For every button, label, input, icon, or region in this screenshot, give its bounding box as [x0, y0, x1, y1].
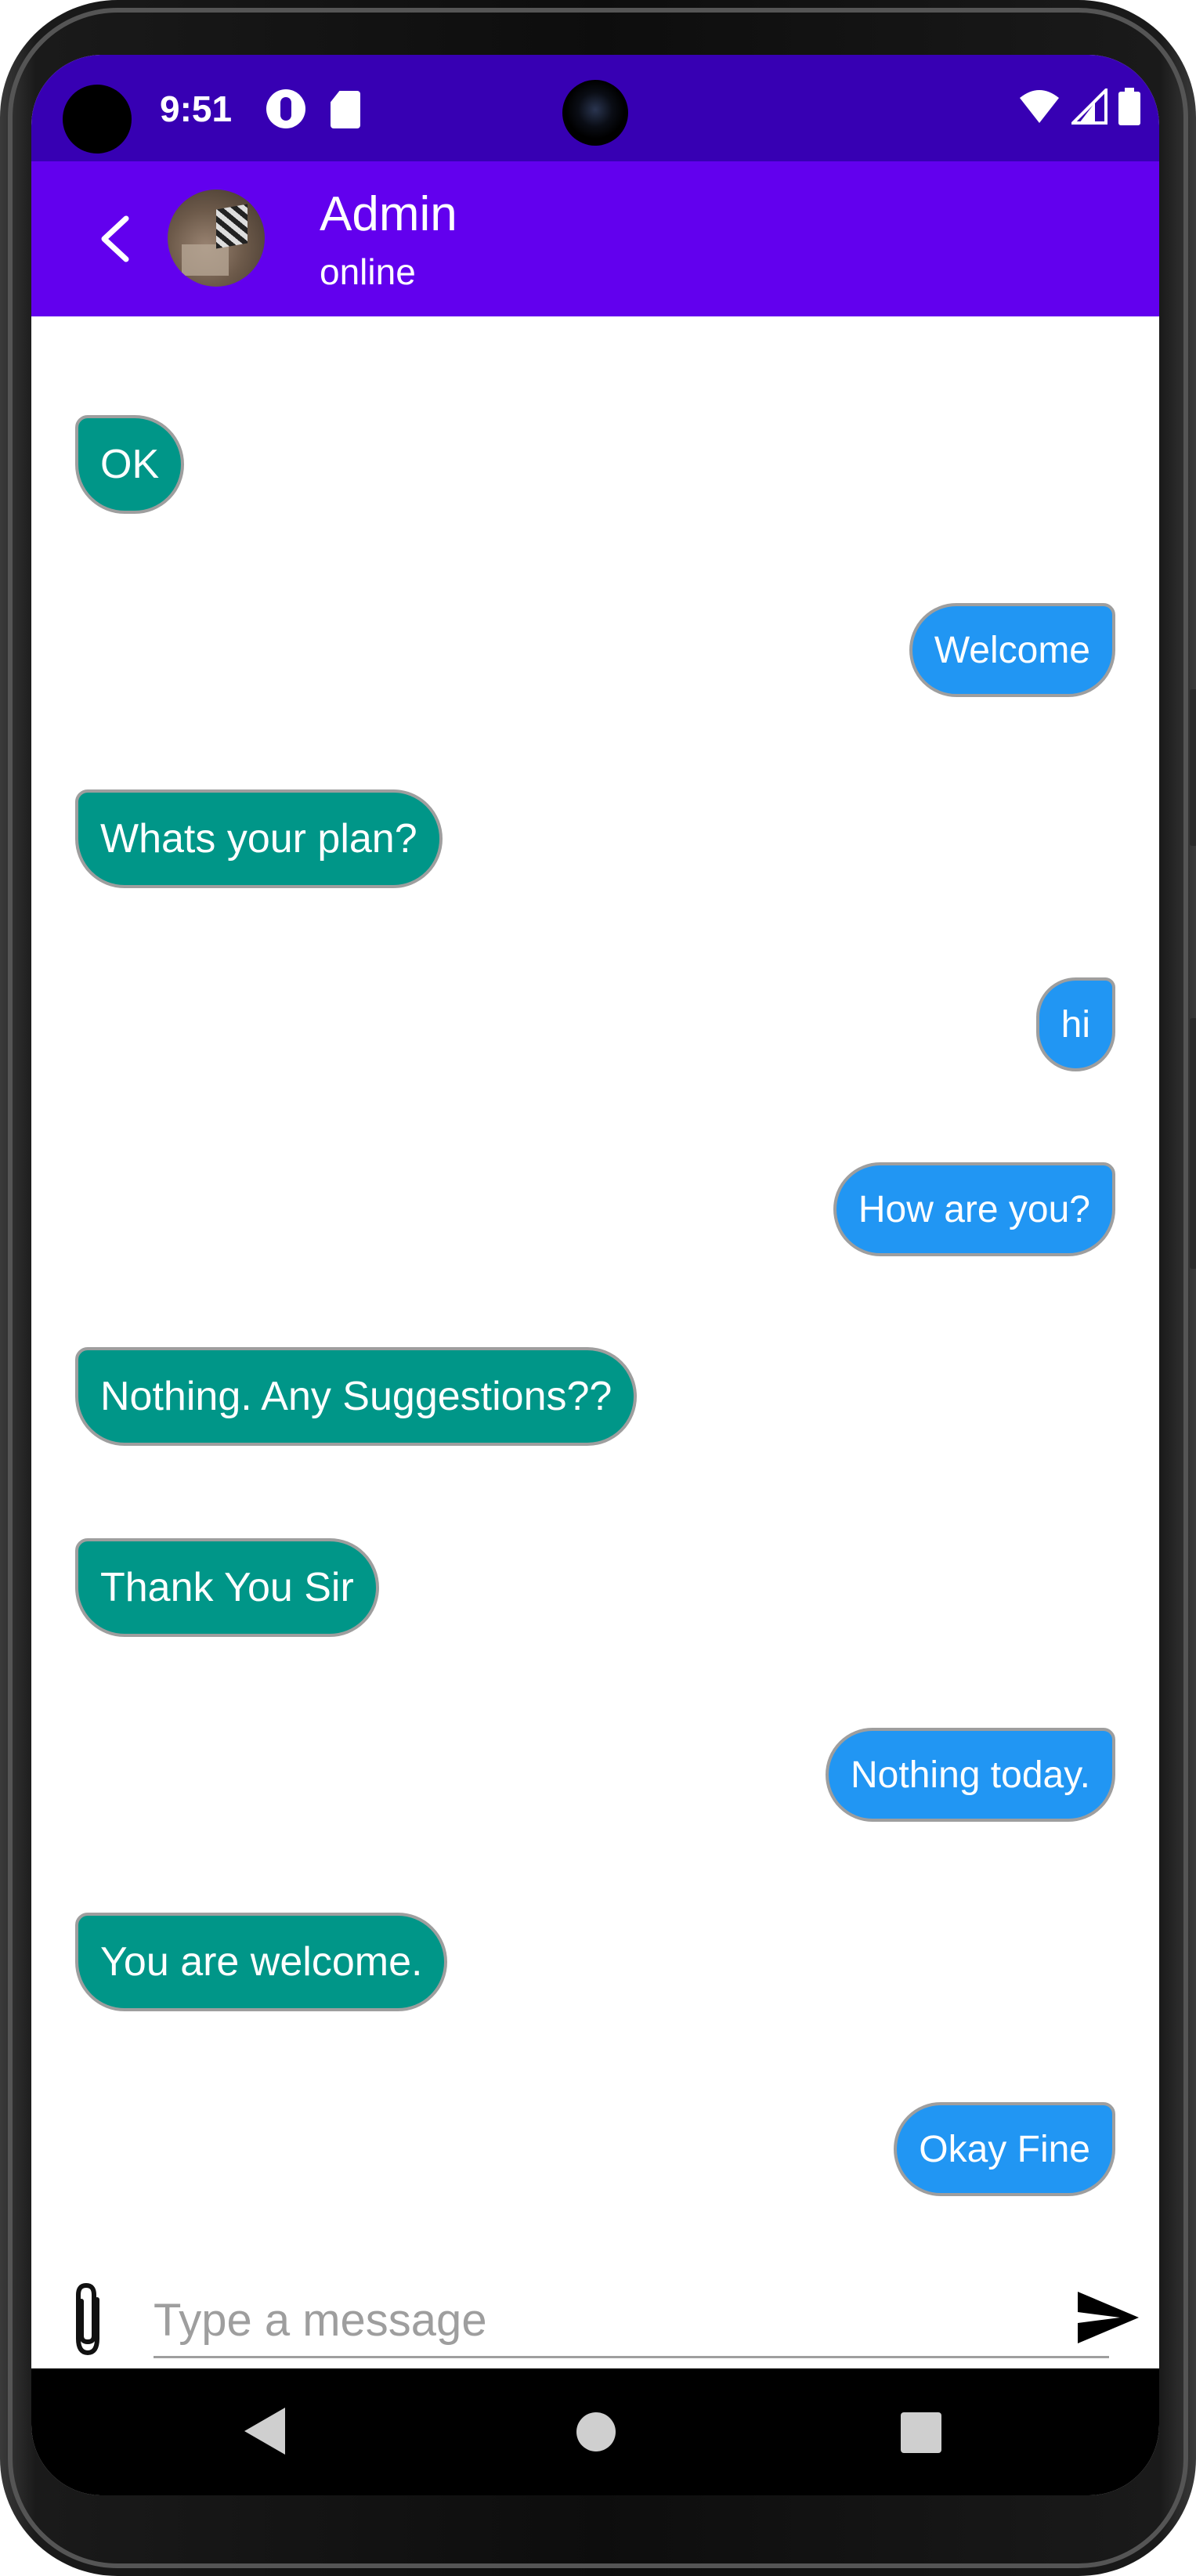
- message-text: Welcome: [934, 629, 1090, 671]
- system-navigation-bar: [31, 2368, 1159, 2495]
- message-text: hi: [1061, 1003, 1090, 1046]
- message-bubble-incoming[interactable]: Nothing. Any Suggestions??: [75, 1347, 638, 1446]
- message-input[interactable]: [154, 2284, 1109, 2358]
- avatar-image-detail: [216, 204, 248, 249]
- message-text: How are you?: [858, 1188, 1090, 1230]
- nav-recents-icon[interactable]: [901, 2412, 941, 2453]
- message-text: OK: [100, 442, 160, 487]
- device-frame: 9:51 Admin online OK Welcome Whats your …: [0, 0, 1196, 2576]
- back-arrow-icon: [101, 215, 129, 262]
- message-bubble-outgoing[interactable]: Nothing today.: [826, 1728, 1115, 1822]
- nav-back-icon[interactable]: [244, 2408, 285, 2455]
- message-text: Whats your plan?: [100, 816, 417, 862]
- message-text: Nothing. Any Suggestions??: [100, 1374, 612, 1419]
- message-bubble-outgoing[interactable]: How are you?: [833, 1162, 1115, 1256]
- avatar-image-detail: [182, 244, 229, 276]
- punch-hole: [63, 85, 132, 154]
- power-button: [1190, 689, 1196, 846]
- message-list[interactable]: OK Welcome Whats your plan? hi How are y…: [31, 316, 1159, 2235]
- status-bar: 9:51: [31, 55, 1159, 161]
- message-bubble-incoming[interactable]: Thank You Sir: [75, 1538, 379, 1637]
- volume-button: [1190, 1018, 1196, 1269]
- message-composer: [31, 2235, 1159, 2368]
- cell-signal-icon: [1071, 89, 1107, 125]
- message-bubble-incoming[interactable]: Whats your plan?: [75, 789, 443, 888]
- paperclip-icon: [76, 2282, 99, 2356]
- battery-icon: [1118, 88, 1140, 125]
- message-bubble-incoming[interactable]: You are welcome.: [75, 1913, 448, 2011]
- message-text: You are welcome.: [100, 1939, 423, 1985]
- status-right-icons: [1018, 88, 1140, 125]
- front-camera: [562, 80, 628, 146]
- sd-card-icon: [331, 91, 360, 128]
- status-time: 9:51: [160, 89, 233, 129]
- phone-screen: 9:51 Admin online OK Welcome Whats your …: [31, 55, 1159, 2495]
- message-text: Okay Fine: [919, 2128, 1090, 2170]
- chat-title: Admin: [320, 187, 457, 241]
- app-notification-icon: [266, 89, 305, 128]
- chat-presence-status: online: [320, 251, 416, 292]
- send-icon: [1078, 2292, 1139, 2343]
- back-button[interactable]: [78, 204, 149, 274]
- message-bubble-outgoing[interactable]: hi: [1035, 977, 1115, 1071]
- wifi-icon: [1020, 90, 1059, 123]
- message-bubble-outgoing[interactable]: Welcome: [909, 603, 1115, 697]
- nav-home-icon[interactable]: [576, 2412, 616, 2451]
- message-text: Thank You Sir: [100, 1565, 354, 1610]
- chat-header: Admin online: [31, 161, 1159, 316]
- send-button[interactable]: [1073, 2282, 1144, 2353]
- message-bubble-outgoing[interactable]: Okay Fine: [894, 2102, 1115, 2196]
- attach-button[interactable]: [58, 2281, 117, 2359]
- message-text: Nothing today.: [851, 1754, 1090, 1796]
- avatar[interactable]: [168, 190, 265, 287]
- message-bubble-incoming[interactable]: OK: [75, 415, 185, 514]
